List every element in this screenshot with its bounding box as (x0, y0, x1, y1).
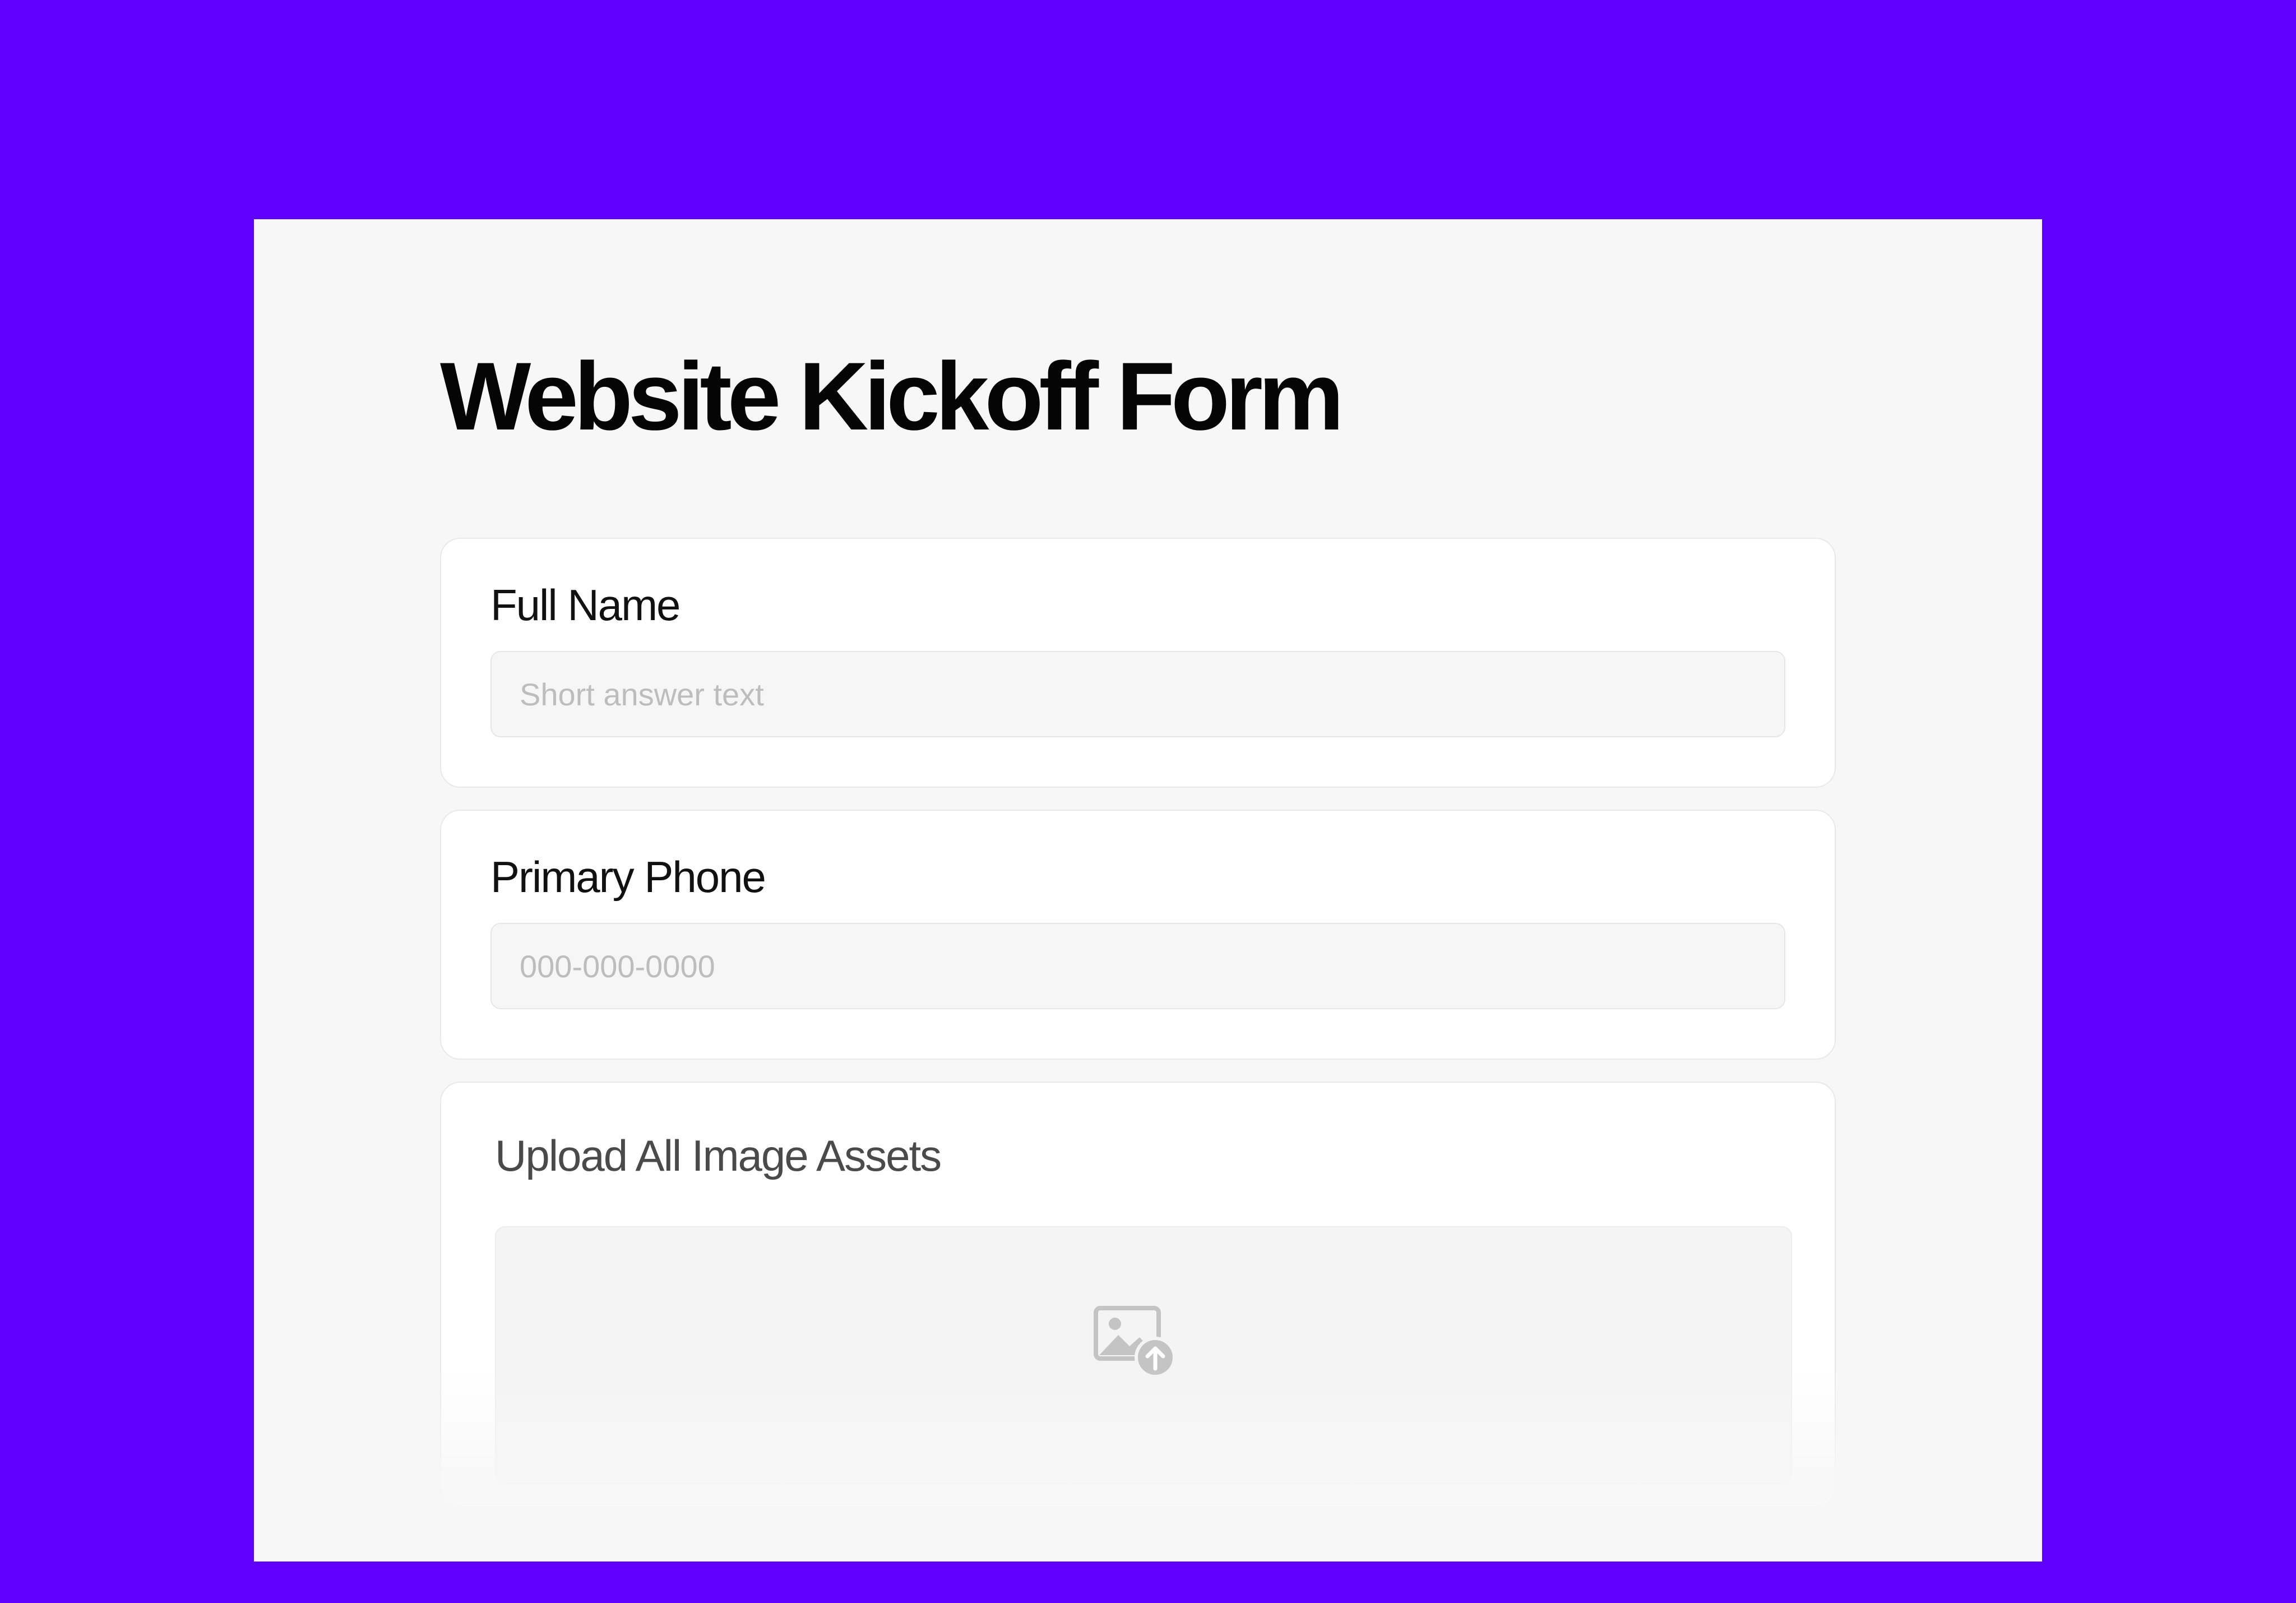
full-name-input[interactable] (490, 651, 1785, 737)
primary-phone-label: Primary Phone (490, 852, 766, 902)
form-page: Website Kickoff Form Full Name Primary P… (254, 219, 2042, 1562)
primary-phone-input[interactable] (490, 923, 1785, 1009)
full-name-label: Full Name (490, 580, 681, 630)
image-upload-card: Upload All Image Assets (440, 1082, 1836, 1508)
image-upload-icon (1094, 1306, 1176, 1378)
full-name-card: Full Name (440, 538, 1836, 788)
primary-phone-card: Primary Phone (440, 810, 1836, 1060)
form-title: Website Kickoff Form (440, 343, 1344, 450)
image-upload-dropzone[interactable] (495, 1226, 1792, 1484)
image-upload-label: Upload All Image Assets (495, 1131, 942, 1180)
